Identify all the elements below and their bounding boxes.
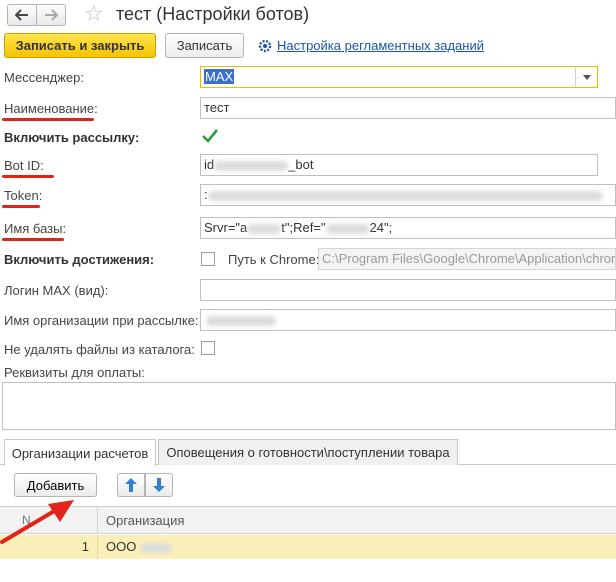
tab-label: Организации расчетов [11,445,149,461]
bot-id-value-end: _bot [288,157,314,172]
bot-id-label: Bot ID: [4,158,44,173]
token-label: Token: [4,188,43,203]
redacted-blur [325,223,370,234]
column-header-org[interactable]: Организация [106,513,184,528]
redacted-blur [140,542,173,553]
db-name-value-b: t";Ref=" [281,220,326,235]
keep-files-label: Не удалять файлы из каталога: [4,342,195,357]
schedule-tasks-link[interactable]: Настройка регламентных заданий [258,38,484,53]
redacted-blur [247,223,282,234]
arrow-right-icon [45,9,58,21]
chevron-down-icon [582,74,591,80]
enable-achievements-checkbox[interactable] [201,252,215,266]
login-max-label: Логин MAX (вид): [4,283,109,298]
back-button[interactable] [7,4,37,26]
arrow-up-icon [125,478,137,492]
db-name-value-c: 24"; [369,220,393,235]
tab-settlement-orgs[interactable]: Организации расчетов [4,439,156,466]
name-input[interactable]: тест [200,97,616,119]
db-name-label: Имя базы: [4,221,67,236]
enable-mailing-checkbox[interactable] [202,129,219,143]
move-down-button[interactable] [145,473,173,497]
row-org-value: ООО [106,539,137,554]
chrome-path-input[interactable]: C:\Program Files\Google\Chrome\Applicati… [318,248,616,270]
redacted-blur [206,315,276,326]
save-and-close-button[interactable]: Записать и закрыть [4,33,156,58]
red-underline-annotation [2,238,64,241]
red-underline-annotation [2,205,40,208]
save-button[interactable]: Записать [165,33,244,58]
enable-achievements-label: Включить достижения: [4,252,155,267]
org-name-label: Имя организации при рассылке: [4,313,199,328]
redacted-blur [214,160,289,171]
org-name-input[interactable] [200,309,616,331]
messenger-select[interactable]: MAX [200,66,598,88]
payment-details-textarea[interactable] [2,382,616,430]
name-label: Наименование: [4,101,98,116]
red-underline-annotation [2,118,94,121]
red-arrow-annotation [0,500,74,544]
red-underline-annotation [2,175,54,178]
redacted-blur [207,190,603,201]
token-input[interactable]: : [200,184,616,206]
login-max-input[interactable] [200,279,616,301]
name-value: тест [204,100,230,115]
tab-notifications[interactable]: Оповещения о готовности\поступлении това… [158,439,458,465]
table-header: N Организация [0,507,616,534]
arrow-down-icon [153,478,165,492]
payment-details-label: Реквизиты для оплаты: [4,365,145,380]
messenger-label: Мессенджер: [4,70,84,85]
table-row[interactable]: 1 ООО [0,535,616,559]
move-up-button[interactable] [117,473,145,497]
dropdown-button[interactable] [575,67,597,87]
row-org-cell: ООО [106,539,173,554]
chrome-path-label: Путь к Chrome: [228,252,320,267]
chrome-path-placeholder: C:\Program Files\Google\Chrome\Applicati… [322,251,615,266]
checkmark-icon [202,129,219,143]
tab-bar: Организации расчетов Оповещения о готовн… [0,438,616,466]
keep-files-checkbox[interactable] [201,341,215,355]
tab-label: Оповещения о готовности\поступлении това… [166,445,450,460]
arrow-left-icon [15,9,28,21]
messenger-value: MAX [204,69,235,84]
bot-id-input[interactable]: id _bot [200,154,598,176]
db-name-input[interactable]: Srvr="a t";Ref=" 24"; [200,217,616,239]
organizations-table: N Организация 1 ООО [0,506,616,582]
title-bar: ☆ тест (Настройки ботов) [0,0,616,30]
page-title: тест (Настройки ботов) [116,4,310,24]
schedule-tasks-link-label: Настройка регламентных заданий [277,38,484,53]
enable-mailing-label: Включить рассылку: [4,130,140,145]
gear-icon [258,39,272,52]
favorite-star-icon[interactable]: ☆ [84,1,104,27]
forward-button[interactable] [36,4,66,26]
bot-id-value-start: id [204,157,215,172]
db-name-value-a: Srvr="a [204,220,248,235]
toolbar: Записать и закрыть Записать Настройка ре… [0,33,616,59]
